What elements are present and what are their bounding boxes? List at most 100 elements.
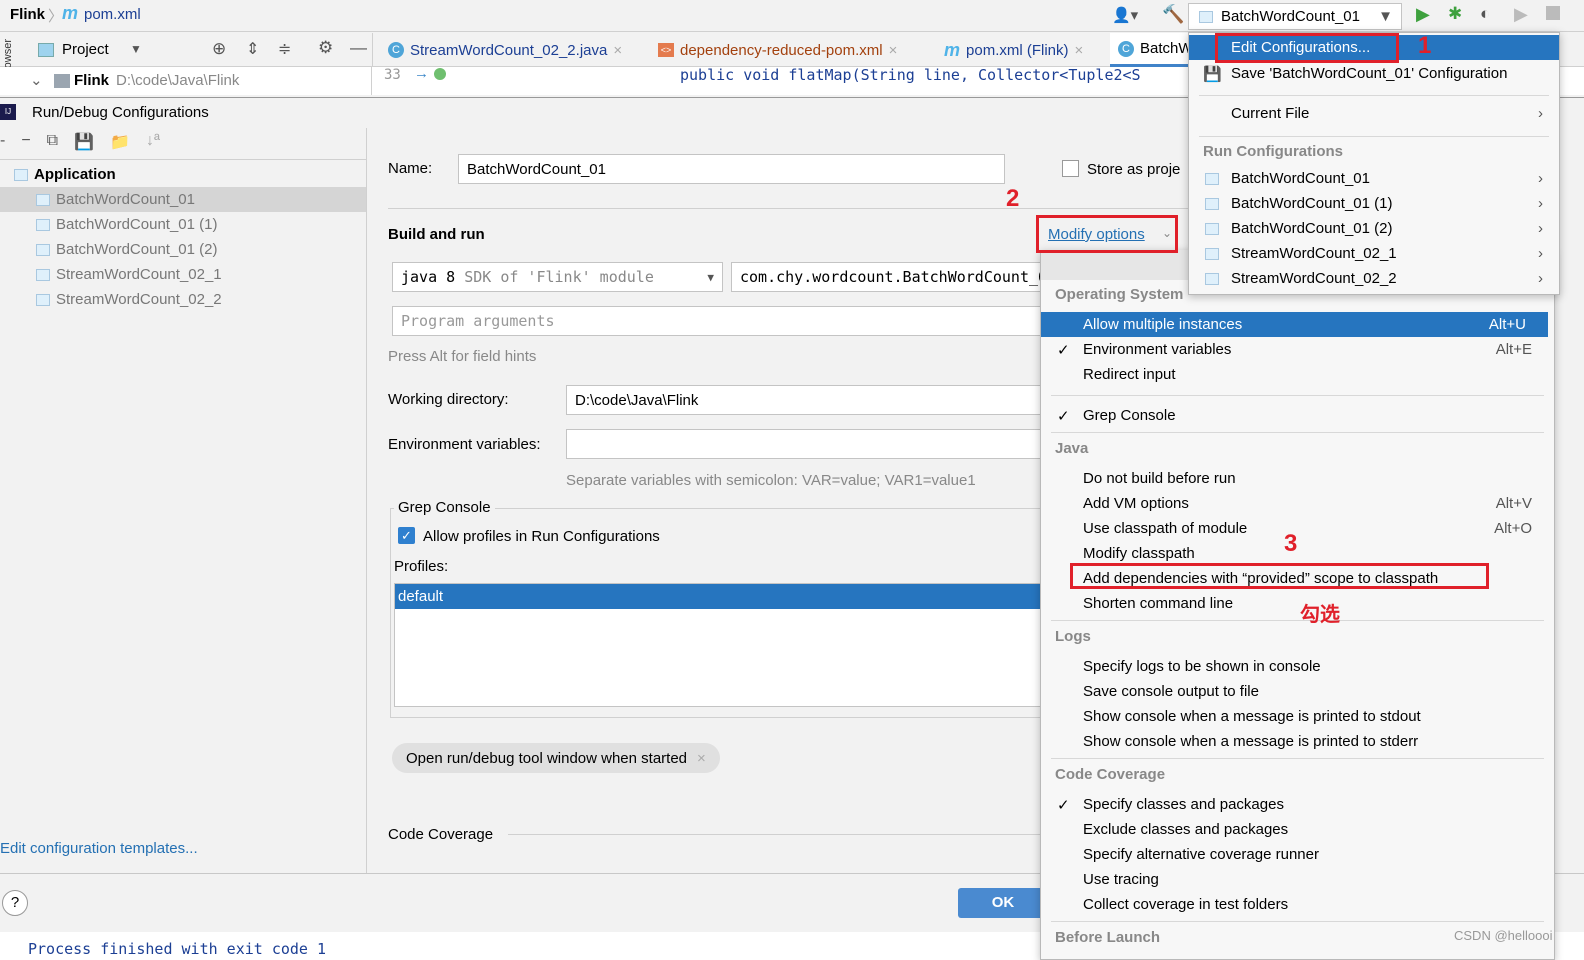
chevron-down-icon[interactable]: ⌄ — [30, 71, 43, 89]
build-hammer-icon[interactable]: 🔨 — [1162, 4, 1184, 25]
chevron-down-icon[interactable]: ▼ — [130, 42, 142, 56]
tree-group-application[interactable]: Application — [0, 162, 366, 187]
run-config-item[interactable]: BatchWordCount_01 (1) › — [1189, 191, 1559, 216]
add-icon[interactable]: - — [0, 132, 5, 158]
edit-templates-link[interactable]: Edit configuration templates... — [0, 840, 198, 857]
tab-pom-flink[interactable]: m pom.xml (Flink) × — [936, 33, 1091, 67]
chevron-right-icon: › — [1538, 245, 1543, 262]
menu-label: StreamWordCount_02_2 — [1231, 270, 1397, 287]
collapse-all-icon[interactable]: ≑ — [278, 39, 291, 59]
sdk-select[interactable]: java 8 SDK of 'Flink' module ▼ — [392, 262, 723, 292]
project-panel-title[interactable]: Project — [62, 41, 109, 58]
copy-icon[interactable]: ⧉ — [47, 132, 58, 158]
menu-label: Save console output to file — [1083, 683, 1259, 700]
tab-dependency-reduced-pom[interactable]: <> dependency-reduced-pom.xml × — [650, 33, 905, 67]
coverage-icon[interactable]: ◐ — [1480, 4, 1490, 24]
tree-item[interactable]: StreamWordCount_02_1 — [0, 262, 366, 287]
close-icon[interactable]: × — [697, 750, 706, 767]
annotation-number-3: 3 — [1284, 530, 1298, 557]
config-icon — [36, 243, 50, 256]
modify-option-item[interactable]: Save console output to file — [1041, 679, 1554, 704]
run-config-value: BatchWordCount_01 — [1221, 8, 1360, 25]
run-disabled-icon[interactable]: ▶ — [1514, 4, 1528, 25]
save-configuration-item[interactable]: 💾 Save 'BatchWordCount_01' Configuration — [1189, 61, 1559, 86]
modify-option-item[interactable]: Use tracing — [1041, 867, 1554, 892]
menu-label: Specify classes and packages — [1083, 796, 1284, 813]
menu-section-header: Logs — [1055, 628, 1091, 645]
minimize-icon[interactable]: — — [350, 38, 367, 58]
modify-option-item[interactable]: Show console when a message is printed t… — [1041, 704, 1554, 729]
modify-option-item[interactable]: Add VM options Alt+V — [1041, 491, 1554, 516]
program-arguments-input[interactable]: Program arguments — [392, 306, 1052, 336]
locate-icon[interactable]: ⊕ — [212, 39, 226, 59]
modify-option-item[interactable]: Specify alternative coverage runner — [1041, 842, 1554, 867]
environment-variables-hint: Separate variables with semicolon: VAR=v… — [566, 472, 976, 489]
implements-arrow-icon[interactable]: → — [414, 65, 429, 82]
console-text: Process finished with exit code 1 — [28, 940, 327, 958]
line-number: 33 — [384, 67, 401, 83]
allow-profiles-checkbox[interactable]: ✓ — [398, 527, 415, 544]
profiles-list[interactable]: default — [394, 583, 1054, 707]
tab-batchwordcount[interactable]: C BatchW — [1110, 33, 1201, 67]
modify-option-item[interactable]: Shorten command line — [1041, 591, 1554, 616]
menu-label: Use classpath of module — [1083, 520, 1248, 537]
modify-option-item[interactable]: Do not build before run — [1041, 466, 1554, 491]
folder-add-icon[interactable]: 📁 — [110, 132, 130, 158]
modify-option-item[interactable]: Use classpath of module Alt+O — [1041, 516, 1554, 541]
modify-option-item[interactable]: Exclude classes and packages — [1041, 817, 1554, 842]
modify-option-item[interactable]: Show console when a message is printed t… — [1041, 729, 1554, 754]
close-icon[interactable]: × — [1075, 42, 1084, 59]
menu-label: Redirect input — [1083, 366, 1176, 383]
store-as-project-checkbox[interactable] — [1062, 160, 1079, 177]
run-config-item[interactable]: StreamWordCount_02_1 › — [1189, 241, 1559, 266]
modify-option-item[interactable]: ✓ Grep Console — [1041, 403, 1554, 428]
modify-option-item[interactable]: ✓ Specify classes and packages — [1041, 792, 1554, 817]
help-button[interactable]: ? — [2, 890, 28, 916]
run-config-selector[interactable]: BatchWordCount_01 ▼ — [1188, 3, 1402, 30]
modify-option-item[interactable]: Redirect input — [1041, 362, 1554, 387]
menu-label: Add VM options — [1083, 495, 1189, 512]
close-icon[interactable]: × — [889, 42, 898, 59]
tree-item[interactable]: BatchWordCount_01 (2) — [0, 237, 366, 262]
menu-label: Specify alternative coverage runner — [1083, 846, 1319, 863]
run-config-item[interactable]: BatchWordCount_01 (2) › — [1189, 216, 1559, 241]
gear-icon[interactable]: ⚙ — [318, 38, 333, 58]
profile-item[interactable]: default — [395, 584, 1053, 609]
tree-item[interactable]: BatchWordCount_01 (1) — [0, 212, 366, 237]
option-chip[interactable]: Open run/debug tool window when started … — [392, 743, 720, 773]
menu-label: Show console when a message is printed t… — [1083, 733, 1419, 750]
sort-icon[interactable]: ↓ª — [146, 132, 160, 158]
tab-streamwordcount[interactable]: C StreamWordCount_02_2.java × — [380, 33, 630, 67]
ok-button[interactable]: OK — [958, 888, 1048, 918]
run-config-item[interactable]: StreamWordCount_02_2 › — [1189, 266, 1559, 291]
modify-option-item[interactable]: ✓ Environment variables Alt+E — [1041, 337, 1554, 362]
save-icon[interactable]: 💾 — [74, 132, 94, 158]
override-icon[interactable] — [434, 68, 446, 80]
java-class-icon: C — [388, 42, 404, 58]
modify-option-item[interactable]: Allow multiple instances Alt+U — [1041, 312, 1548, 337]
environment-variables-input[interactable] — [566, 429, 1052, 459]
stop-icon[interactable] — [1546, 6, 1560, 20]
current-file-item[interactable]: Current File › — [1189, 101, 1559, 126]
run-config-item[interactable]: BatchWordCount_01 › — [1189, 166, 1559, 191]
user-icon[interactable]: 👤▾ — [1112, 6, 1138, 24]
run-icon[interactable]: ▶ — [1416, 4, 1430, 25]
expand-all-icon[interactable]: ⇕ — [246, 39, 259, 59]
close-icon[interactable]: × — [613, 42, 622, 59]
project-tree: ⌄ Flink D:\code\Java\Flink — [0, 67, 372, 95]
tree-item[interactable]: StreamWordCount_02_2 — [0, 287, 366, 312]
main-class-input[interactable]: com.chy.wordcount.BatchWordCount_0 — [731, 262, 1051, 292]
code-line[interactable]: public void flatMap(String line, Collect… — [680, 66, 1141, 84]
tree-item[interactable]: BatchWordCount_01 — [0, 187, 366, 212]
project-root-name[interactable]: Flink — [74, 72, 109, 89]
remove-icon[interactable]: − — [21, 132, 30, 158]
working-directory-input[interactable]: D:\code\Java\Flink — [566, 385, 1052, 415]
environment-variables-label: Environment variables: — [388, 436, 541, 453]
modify-option-item[interactable]: Specify logs to be shown in console — [1041, 654, 1554, 679]
modify-option-item[interactable]: Collect coverage in test folders — [1041, 892, 1554, 917]
maven-icon: m — [62, 3, 79, 23]
breadcrumb-project[interactable]: Flink — [10, 6, 45, 23]
breadcrumb-file[interactable]: pom.xml — [84, 6, 141, 23]
name-input[interactable]: BatchWordCount_01 — [458, 154, 1005, 184]
debug-bug-icon[interactable]: ✱ — [1448, 4, 1462, 24]
